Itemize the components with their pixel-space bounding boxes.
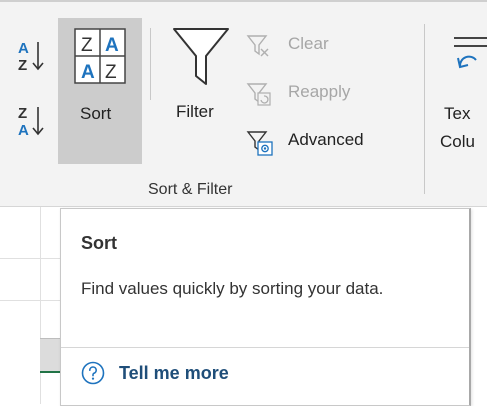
advanced-filter-icon	[246, 131, 273, 156]
svg-text:Z: Z	[105, 62, 117, 83]
sort-tooltip: Sort Find values quickly by sorting your…	[60, 208, 471, 406]
reapply-filter-label: Reapply	[288, 82, 351, 101]
grid-row-line	[0, 300, 60, 301]
clear-filter-icon	[246, 35, 269, 57]
svg-text:A: A	[18, 122, 29, 139]
tooltip-divider	[61, 347, 469, 348]
svg-text:A: A	[105, 35, 119, 56]
advanced-filter-button[interactable]: Advanced	[246, 128, 396, 156]
advanced-filter-label: Advanced	[288, 130, 364, 149]
sort-a-to-z-icon: A Z	[18, 40, 44, 74]
svg-text:Z: Z	[81, 35, 93, 56]
sort-filter-group-label: Sort & Filter	[148, 181, 233, 198]
reapply-filter-icon	[246, 83, 271, 106]
filter-button-label: Filter	[176, 102, 214, 121]
sort-ascending-button[interactable]: A Z	[14, 36, 50, 76]
text-to-columns-label-line1: Tex	[444, 104, 471, 123]
svg-text:Z: Z	[18, 57, 27, 74]
filter-funnel-icon	[173, 28, 229, 85]
svg-text:A: A	[18, 40, 29, 57]
worksheet-area[interactable]	[0, 207, 60, 404]
tell-me-more-label: Tell me more	[119, 362, 229, 383]
tooltip-description: Find values quickly by sorting your data…	[81, 279, 384, 298]
ribbon-group-separator	[424, 24, 425, 194]
grid-column-line	[40, 207, 41, 404]
selection-indicator	[40, 371, 60, 373]
svg-text:Z: Z	[18, 105, 27, 122]
sort-dialog-icon: Z A A Z	[74, 28, 126, 84]
grid-row-line	[0, 258, 60, 259]
reapply-filter-button[interactable]: Reapply	[246, 80, 386, 108]
filter-button[interactable]: Filter	[166, 22, 238, 132]
column-header-cell[interactable]	[40, 338, 60, 373]
tell-me-more-link[interactable]: Tell me more	[81, 361, 229, 385]
clear-filter-button[interactable]: Clear	[246, 32, 376, 60]
text-to-columns-icon	[454, 37, 487, 69]
help-icon	[81, 361, 105, 385]
sort-button[interactable]: Z A A Z Sort	[58, 18, 142, 164]
ribbon-top-border	[0, 0, 487, 2]
svg-text:A: A	[81, 62, 95, 83]
clear-filter-label: Clear	[288, 34, 329, 53]
tooltip-title: Sort	[81, 233, 117, 253]
sort-descending-button[interactable]: Z A	[14, 101, 50, 141]
sort-z-to-a-icon: Z A	[18, 105, 44, 139]
text-to-columns-button[interactable]: Tex Colu	[440, 24, 487, 164]
ribbon: A Z Z A Z A A Z Sort Filter Clear Reappl…	[0, 0, 487, 207]
text-to-columns-label-line2: Colu	[440, 132, 475, 151]
sort-button-label: Sort	[80, 104, 112, 123]
ribbon-separator	[150, 28, 151, 100]
